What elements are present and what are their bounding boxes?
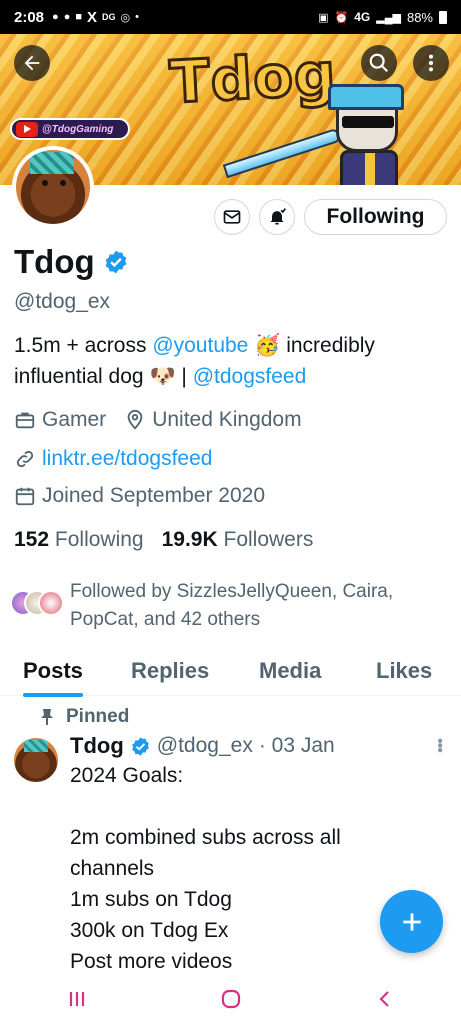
alarm-icon: ⏰ <box>334 11 349 24</box>
briefcase-icon <box>15 412 35 429</box>
battery-percent: 88% <box>406 9 433 25</box>
person-icon: ● <box>52 11 59 23</box>
profile-name-row: Tdog <box>14 243 129 281</box>
follow-counts: 152 Following 19.9K Followers <box>14 528 313 552</box>
following-button[interactable]: Following <box>304 199 447 235</box>
post-line: Post more videos <box>70 950 233 973</box>
bio-mention-youtube[interactable]: @youtube <box>152 334 248 357</box>
profile-handle: @tdog_ex <box>14 290 111 313</box>
dg-icon: DG <box>102 12 116 22</box>
verified-badge-icon <box>131 736 149 756</box>
tab-likes[interactable]: Likes <box>376 652 432 696</box>
status-bar: 2:08 ● ● ■ X DG ◎ • ▣ ⏰ 4G ▂▄▆ 88% <box>0 0 461 34</box>
battery-icon <box>439 10 447 24</box>
x-logo-icon: X <box>87 8 98 26</box>
notifications-button[interactable] <box>259 199 295 235</box>
profile-joined-date: Joined September 2020 <box>42 484 265 507</box>
tab-replies[interactable]: Replies <box>131 652 209 696</box>
search-button[interactable] <box>361 45 397 81</box>
profile-display-name: Tdog <box>14 243 95 280</box>
post-author-handle: @tdog_ex <box>156 734 253 757</box>
post-line <box>70 791 400 822</box>
followers-count-link[interactable]: 19.9K Followers <box>162 528 314 552</box>
profile-category: Gamer <box>42 408 107 431</box>
bio-mention-tdogsfeed[interactable]: @tdogsfeed <box>193 365 307 388</box>
post-text: 2024 Goals: 2m combined subs across all … <box>70 760 400 977</box>
post-line: 2m combined subs across all <box>70 826 341 849</box>
bell-check-icon <box>270 208 286 225</box>
notification-icons: ● ● ■ X DG ◎ • <box>52 9 139 26</box>
profile-website-link[interactable]: linktr.ee/tdogsfeed <box>42 447 212 471</box>
signal-icon: ▂▄▆ <box>376 11 401 24</box>
post-line: 1m subs on Tdog <box>70 888 232 911</box>
profile-avatar[interactable] <box>12 146 94 228</box>
arrow-left-icon <box>24 55 40 71</box>
following-count-link[interactable]: 152 Following <box>14 528 144 552</box>
pinned-indicator: Pinned <box>40 706 129 728</box>
system-navigation-bar <box>0 974 461 1024</box>
post-date: · 03 Jan <box>258 734 335 757</box>
status-time: 2:08 <box>14 8 45 26</box>
more-options-button[interactable] <box>413 45 449 81</box>
post-header: Tdog @tdog_ex · 03 Jan <box>70 733 335 759</box>
post-line: 300k on Tdog Ex <box>70 919 229 942</box>
clipboard-icon: ■ <box>75 11 82 23</box>
pin-icon <box>41 709 53 725</box>
tab-posts[interactable]: Posts <box>23 652 83 697</box>
profile-meta-row: Gamer United Kingdom <box>14 408 302 432</box>
profile-website-row: linktr.ee/tdogsfeed <box>14 447 212 471</box>
recent-apps-icon[interactable] <box>66 988 88 1010</box>
search-icon <box>369 53 389 73</box>
tab-media[interactable]: Media <box>259 652 321 696</box>
dog-mascot-illustration <box>318 78 418 185</box>
home-icon[interactable] <box>219 987 243 1011</box>
system-icons: ▣ ⏰ 4G ▂▄▆ 88% <box>318 10 447 25</box>
chat-icon: ● <box>63 11 71 23</box>
back-nav-icon[interactable] <box>374 988 396 1010</box>
dog-emoji-icon: 🐶 <box>149 365 176 388</box>
network-type: 4G <box>354 10 371 24</box>
profile-bio: 1.5m + across @youtube 🥳 incredibly infl… <box>14 334 375 388</box>
sync-icon: ◎ <box>120 11 131 24</box>
post-line: 2024 Goals: <box>70 764 184 787</box>
location-pin-icon <box>127 409 143 430</box>
party-emoji-icon: 🥳 <box>254 334 281 357</box>
profile-location: United Kingdom <box>152 408 302 431</box>
plus-icon <box>402 912 421 931</box>
pinned-label: Pinned <box>66 706 130 727</box>
followed-by-text: Followed by SizzlesJellyQueen, Caira, Po… <box>70 581 394 630</box>
followed-by-row[interactable]: Followed by SizzlesJellyQueen, Caira, Po… <box>10 578 442 634</box>
post-author-avatar[interactable] <box>14 738 58 782</box>
post-author-name[interactable]: Tdog <box>70 733 124 759</box>
calendar-icon <box>15 487 35 506</box>
envelope-icon <box>223 210 241 224</box>
post-line: channels <box>70 857 155 880</box>
back-button[interactable] <box>14 45 50 81</box>
lock-icon: ▣ <box>318 11 329 24</box>
verified-badge-icon[interactable] <box>103 249 129 275</box>
more-vertical-icon <box>428 54 434 72</box>
dot-icon: • <box>135 11 139 23</box>
mutual-avatars <box>10 590 64 620</box>
message-button[interactable] <box>214 199 250 235</box>
profile-joined-row: Joined September 2020 <box>14 484 265 508</box>
banner-title: Tdog <box>167 38 340 118</box>
post-more-icon[interactable]: ••• <box>430 738 448 752</box>
banner-channel-handle: @TdogGaming <box>42 123 114 135</box>
youtube-logo-icon <box>16 121 38 137</box>
compose-button[interactable] <box>380 890 443 953</box>
profile-tabs: Posts Replies Media Likes <box>0 652 461 697</box>
link-icon <box>16 450 34 468</box>
banner-youtube-tag: @TdogGaming <box>10 118 130 140</box>
